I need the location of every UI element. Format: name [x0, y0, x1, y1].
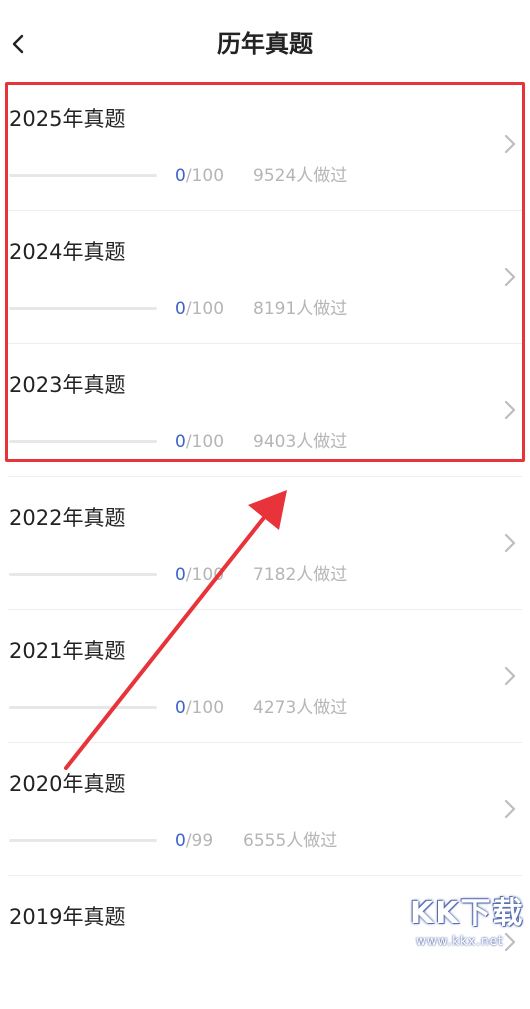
progress-total: /100: [185, 166, 225, 186]
exam-title: 2025年真题: [9, 107, 126, 131]
progress-text: 0/99: [175, 831, 213, 851]
progress-done: 0: [175, 698, 186, 718]
chevron-right-icon: [504, 666, 516, 686]
exam-title: 2020年真题: [9, 772, 126, 796]
progress-total: /100: [185, 299, 225, 319]
exam-title: 2022年真题: [9, 506, 126, 530]
watermark-logo: KK下载: [410, 896, 525, 931]
chevron-right-icon: [504, 400, 516, 420]
progress-text: 0/100: [175, 166, 224, 186]
progress-text: 0/100: [175, 299, 224, 319]
taken-count: 7182人做过: [253, 565, 348, 585]
progress-done: 0: [175, 299, 186, 319]
taken-count: 4273人做过: [253, 698, 348, 718]
exam-row-2021[interactable]: 2021年真题 0/100 4273人做过: [8, 610, 522, 743]
progress-bar: [9, 573, 157, 576]
exam-row-2023[interactable]: 2023年真题 0/100 9403人做过: [8, 344, 522, 477]
exam-title: 2024年真题: [9, 240, 126, 264]
progress-total: /99: [185, 831, 214, 851]
progress-bar: [9, 307, 157, 310]
page-title: 历年真题: [217, 30, 313, 58]
chevron-right-icon: [504, 267, 516, 287]
progress-total: /100: [185, 698, 225, 718]
progress-text: 0/100: [175, 698, 224, 718]
taken-count: 9403人做过: [253, 432, 348, 452]
taken-count: 8191人做过: [253, 299, 348, 319]
taken-count: 6555人做过: [243, 831, 338, 851]
exam-row-2020[interactable]: 2020年真题 0/99 6555人做过: [8, 743, 522, 876]
progress-text: 0/100: [175, 565, 224, 585]
progress-done: 0: [175, 831, 186, 851]
exam-title: 2021年真题: [9, 639, 126, 663]
taken-count: 9524人做过: [253, 166, 348, 186]
chevron-right-icon: [504, 134, 516, 154]
exam-list: 2025年真题 0/100 9524人做过 2024年真题 0/100 8191…: [0, 78, 530, 1009]
exam-row-2022[interactable]: 2022年真题 0/100 7182人做过: [8, 477, 522, 610]
progress-total: /100: [185, 432, 225, 452]
progress-done: 0: [175, 565, 186, 585]
exam-row-2024[interactable]: 2024年真题 0/100 8191人做过: [8, 211, 522, 344]
progress-text: 0/100: [175, 432, 224, 452]
progress-done: 0: [175, 166, 186, 186]
progress-bar: [9, 839, 157, 842]
progress-total: /100: [185, 565, 225, 585]
exam-title: 2019年真题: [9, 905, 126, 929]
progress-bar: [9, 440, 157, 443]
chevron-right-icon: [504, 799, 516, 819]
exam-title: 2023年真题: [9, 373, 126, 397]
watermark: KK下载 www.kkx.net: [410, 896, 530, 954]
progress-bar: [9, 706, 157, 709]
chevron-right-icon: [504, 533, 516, 553]
exam-row-2025[interactable]: 2025年真题 0/100 9524人做过: [8, 78, 522, 211]
progress-bar: [9, 174, 157, 177]
header: 历年真题: [0, 0, 530, 88]
progress-done: 0: [175, 432, 186, 452]
watermark-url: www.kkx.net: [416, 934, 504, 948]
